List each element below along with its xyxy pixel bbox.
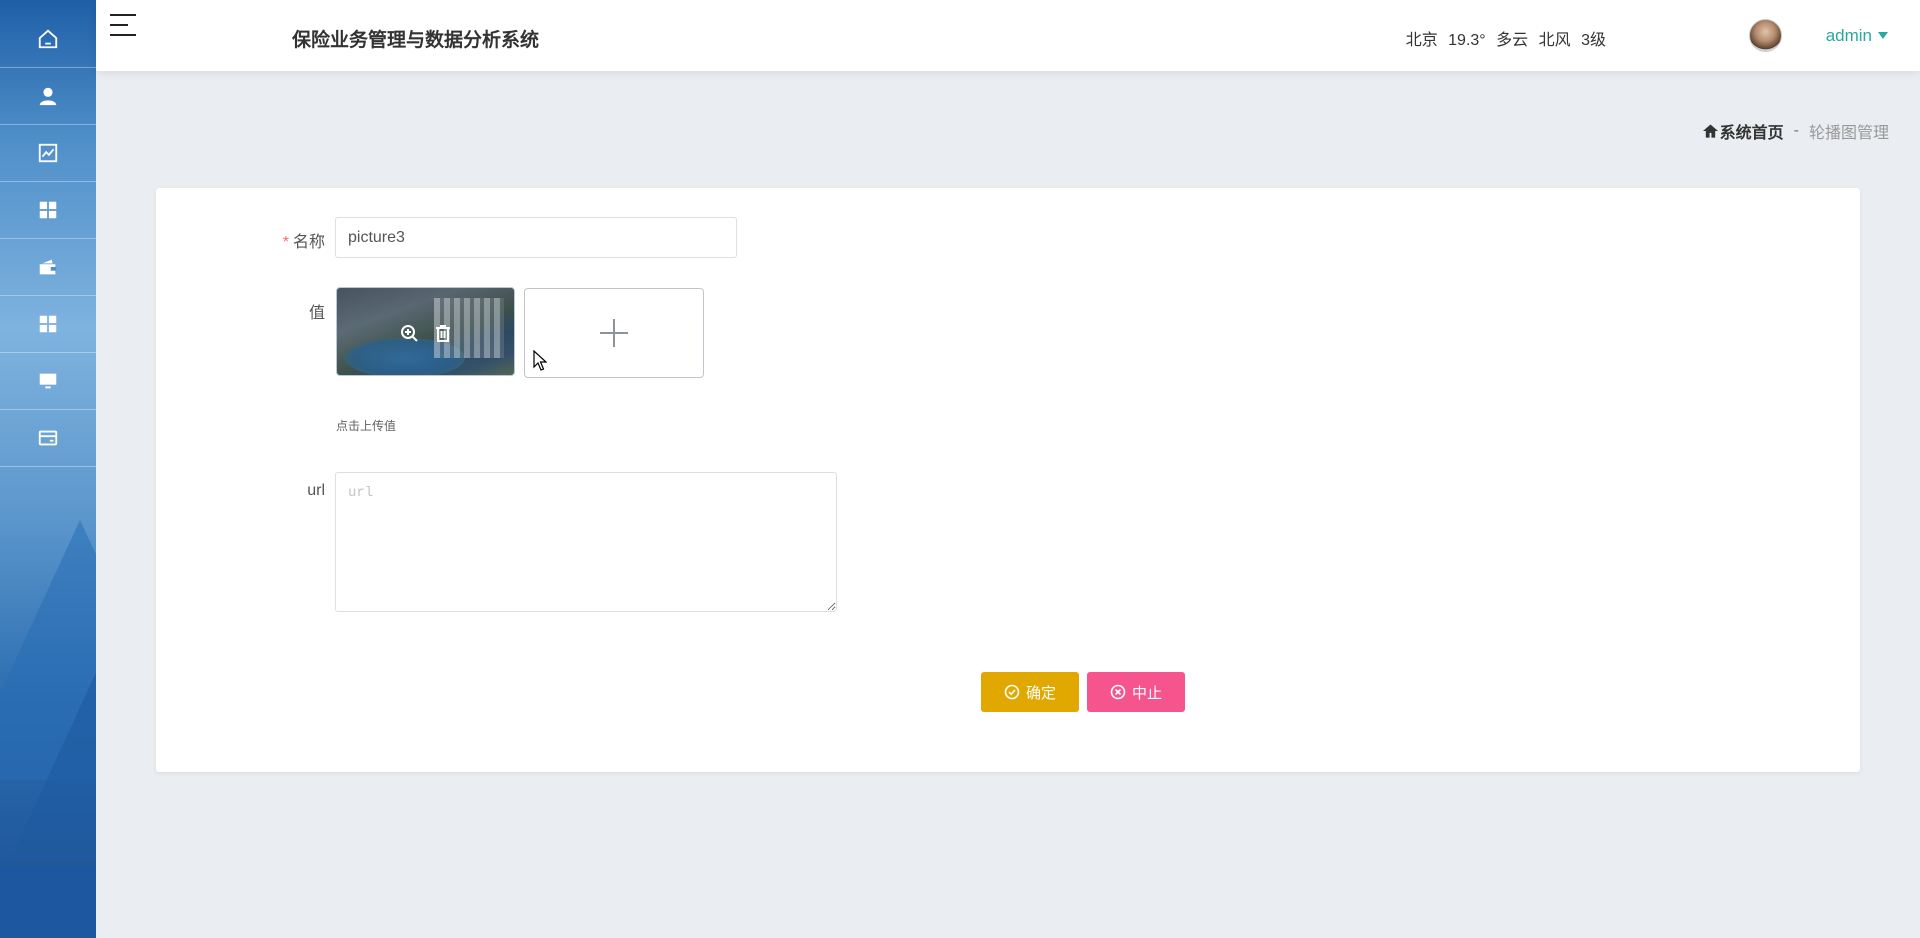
grid-icon (39, 315, 57, 333)
monitor-icon (39, 373, 57, 389)
avatar[interactable] (1749, 19, 1782, 52)
mouse-cursor-icon (533, 350, 547, 371)
weather-city: 北京 (1405, 32, 1438, 49)
breadcrumb-separator: - (1793, 122, 1799, 139)
home-icon (38, 29, 58, 49)
sidebar-decoration (0, 868, 96, 938)
card-icon (38, 430, 58, 446)
trash-icon[interactable] (433, 323, 453, 343)
top-header: 保险业务管理与数据分析系统 北京 19.3° 多云 北风 3级 admin (96, 0, 1920, 71)
user-menu[interactable]: admin (1826, 26, 1872, 46)
url-label: url (307, 482, 325, 499)
sidebar-item-grid[interactable] (0, 182, 96, 239)
wallet-icon (39, 259, 57, 275)
sidebar-decoration (10, 620, 96, 860)
close-circle-icon (1110, 684, 1126, 700)
value-label: 值 (308, 305, 325, 322)
weather-wind: 北风 (1538, 32, 1571, 49)
sidebar-item-chart[interactable] (0, 125, 96, 182)
name-input[interactable] (335, 217, 737, 258)
check-circle-icon (1004, 684, 1020, 700)
sidebar-item-grid-2[interactable] (0, 296, 96, 353)
user-icon (39, 87, 57, 106)
confirm-button[interactable]: 确定 (981, 672, 1079, 712)
weather-condition: 多云 (1496, 32, 1529, 49)
required-mark: * (282, 234, 289, 251)
chevron-down-icon[interactable] (1878, 32, 1888, 39)
plus-icon (600, 319, 628, 347)
name-label: * 名称 (282, 234, 325, 251)
menu-toggle-icon[interactable] (110, 14, 136, 38)
upload-button[interactable] (524, 288, 704, 378)
breadcrumb-current: 轮播图管理 (1808, 125, 1889, 142)
sidebar-item-wallet[interactable] (0, 239, 96, 296)
weather-temp: 19.3° (1448, 32, 1486, 49)
home-icon (1702, 124, 1718, 138)
sidebar (0, 0, 96, 938)
breadcrumb-home[interactable]: 系统首页 (1720, 119, 1784, 143)
sidebar-item-card[interactable] (0, 410, 96, 467)
weather-level: 3级 (1581, 32, 1606, 49)
url-textarea[interactable] (335, 472, 837, 612)
app-title: 保险业务管理与数据分析系统 (292, 30, 540, 51)
sidebar-item-user[interactable] (0, 68, 96, 125)
grid-icon (39, 201, 57, 219)
uploaded-image-thumbnail[interactable] (336, 287, 515, 376)
upload-tip: 点击上传值 (336, 419, 397, 433)
sidebar-item-home[interactable] (0, 11, 96, 68)
sidebar-item-monitor[interactable] (0, 353, 96, 410)
stop-button[interactable]: 中止 (1087, 672, 1185, 712)
breadcrumb: 系统首页 - 轮播图管理 (1702, 119, 1889, 143)
form-card: *名称 值 点击上传值 url 确定 中止 (156, 188, 1860, 772)
weather-info: 北京 19.3° 多云 北风 3级 (1400, 26, 1606, 50)
zoom-in-icon[interactable] (399, 323, 419, 343)
chart-line-icon (38, 143, 58, 163)
